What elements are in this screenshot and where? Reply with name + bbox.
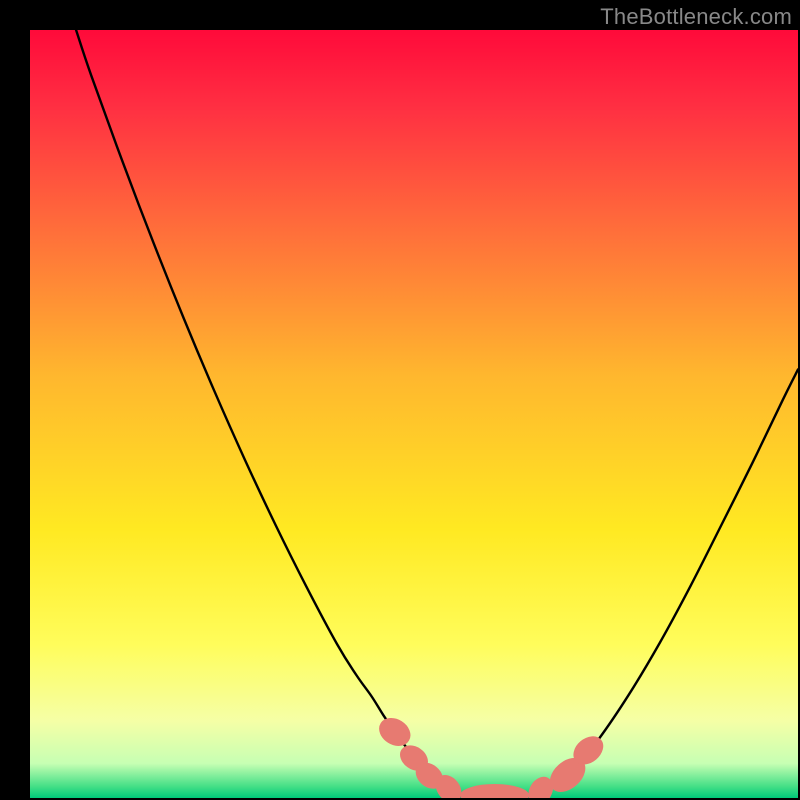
watermark-text: TheBottleneck.com bbox=[600, 4, 792, 30]
bottleneck-curve-plot bbox=[30, 30, 798, 798]
chart-frame: TheBottleneck.com bbox=[0, 0, 800, 800]
plot-background bbox=[30, 30, 798, 798]
